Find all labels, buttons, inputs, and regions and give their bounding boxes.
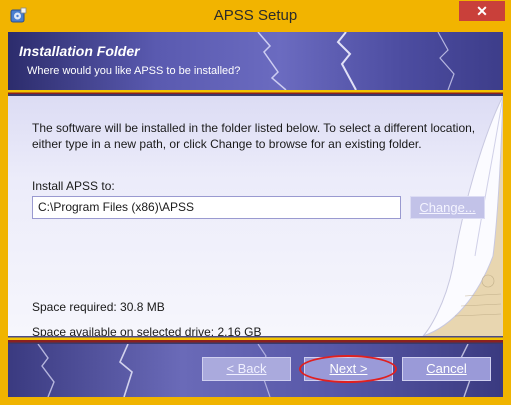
install-path-label: Install APSS to: bbox=[32, 179, 115, 193]
cancel-button[interactable]: Cancel bbox=[402, 357, 491, 381]
space-available-text: Space available on selected drive: 2.16 … bbox=[32, 325, 262, 336]
change-button[interactable]: Change... bbox=[410, 196, 485, 219]
wizard-body: The software will be installed in the fo… bbox=[8, 96, 503, 336]
setup-window: APSS Setup ✕ Installation Folder Where w… bbox=[0, 0, 511, 405]
description-text: The software will be installed in the fo… bbox=[32, 121, 476, 151]
install-path-field[interactable]: C:\Program Files (x86)\APSS bbox=[32, 196, 401, 219]
wizard-footer: < Back Next > Cancel bbox=[8, 344, 503, 397]
close-button[interactable]: ✕ bbox=[459, 1, 505, 21]
close-icon: ✕ bbox=[476, 3, 488, 19]
space-required-text: Space required: 30.8 MB bbox=[32, 300, 165, 314]
title-bar[interactable]: APSS Setup ✕ bbox=[0, 0, 511, 32]
wizard-client-area: Installation Folder Where would you like… bbox=[8, 32, 503, 397]
page-subtitle: Where would you like APSS to be installe… bbox=[27, 65, 241, 77]
page-title: Installation Folder bbox=[19, 43, 140, 59]
back-button[interactable]: < Back bbox=[202, 357, 291, 381]
window-title: APSS Setup bbox=[213, 7, 298, 24]
wizard-header: Installation Folder Where would you like… bbox=[8, 32, 503, 90]
footer-divider bbox=[8, 336, 503, 344]
lightning-decoration bbox=[257, 32, 455, 90]
next-button-highlight-circle bbox=[299, 355, 397, 383]
